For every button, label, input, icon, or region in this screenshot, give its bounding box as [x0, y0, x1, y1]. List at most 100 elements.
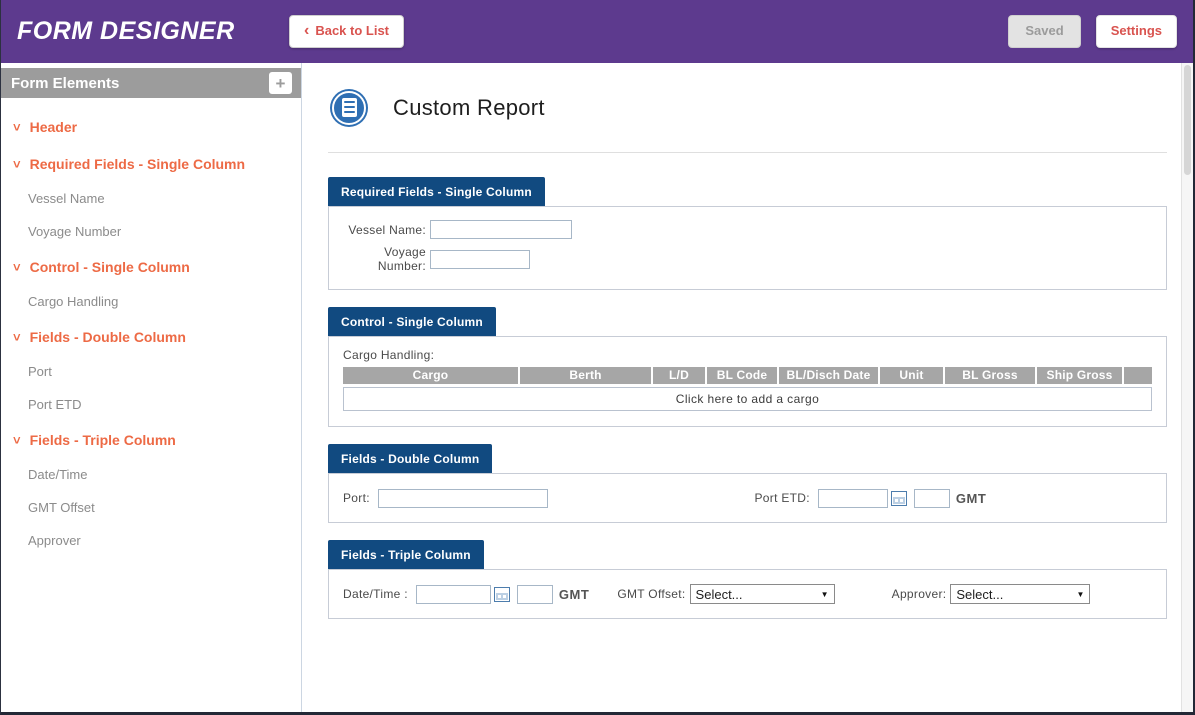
- back-chevron-icon: ‹: [304, 24, 309, 38]
- gmt-offset-select[interactable]: Select... ▼: [690, 584, 835, 604]
- add-element-button[interactable]: +: [269, 72, 292, 94]
- col-header-ship-gross: Ship Gross: [1037, 367, 1122, 384]
- gmt-label: GMT: [956, 491, 986, 506]
- page-title: Custom Report: [393, 95, 545, 121]
- chevron-down-icon: ˅: [13, 261, 21, 274]
- col-header-berth: Berth: [520, 367, 651, 384]
- col-header-bl-disch-date: BL/Disch Date: [779, 367, 878, 384]
- approver-select[interactable]: Select... ▼: [950, 584, 1090, 604]
- port-field: Port:: [329, 489, 755, 508]
- tab-required-fields[interactable]: Required Fields - Single Column: [328, 177, 545, 206]
- col-header-bl-code: BL Code: [707, 367, 777, 384]
- port-label: Port:: [343, 491, 370, 505]
- time-input[interactable]: [517, 585, 553, 604]
- port-etd-time-input[interactable]: [914, 489, 950, 508]
- section-double-column: Fields - Double Column Port: Port ETD: G…: [328, 444, 1167, 523]
- form-elements-list: ˅ Header ˅ Required Fields - Single Colu…: [1, 98, 301, 557]
- saved-button[interactable]: Saved: [1008, 15, 1080, 47]
- form-sections: Required Fields - Single Column Vessel N…: [328, 153, 1167, 619]
- sidebar-group-header[interactable]: ˅ Header: [1, 108, 301, 145]
- report-document-icon: [332, 91, 366, 125]
- date-time-field: Date/Time : GMT: [329, 585, 617, 604]
- vessel-name-label: Vessel Name:: [343, 223, 426, 237]
- settings-button[interactable]: Settings: [1096, 15, 1177, 47]
- approver-select-value: Select...: [956, 587, 1003, 602]
- sidebar-item-cargo-handling[interactable]: Cargo Handling: [1, 285, 301, 318]
- chevron-down-icon: ˅: [13, 121, 21, 134]
- back-to-list-button[interactable]: ‹ Back to List: [289, 15, 404, 47]
- sidebar-group-control[interactable]: ˅ Control - Single Column: [1, 248, 301, 285]
- sidebar-group-double-column[interactable]: ˅ Fields - Double Column: [1, 318, 301, 355]
- panel-required-fields: Vessel Name: Voyage Number:: [328, 206, 1167, 290]
- col-header-cargo: Cargo: [343, 367, 518, 384]
- port-etd-date-input[interactable]: [818, 489, 888, 508]
- voyage-number-label: Voyage Number:: [343, 245, 426, 273]
- chevron-down-icon: ˅: [13, 158, 21, 171]
- port-input[interactable]: [378, 489, 548, 508]
- voyage-number-row: Voyage Number:: [329, 245, 1166, 273]
- sidebar-group-required-fields[interactable]: ˅ Required Fields - Single Column: [1, 145, 301, 182]
- voyage-number-input[interactable]: [430, 250, 530, 269]
- date-input[interactable]: [416, 585, 491, 604]
- sidebar-item-port-etd[interactable]: Port ETD: [1, 388, 301, 421]
- sidebar-group-label: Fields - Double Column: [30, 329, 186, 345]
- section-control: Control - Single Column Cargo Handling: …: [328, 307, 1167, 427]
- sidebar-group-label: Header: [30, 119, 77, 135]
- date-time-label: Date/Time :: [343, 587, 408, 601]
- sidebar-item-approver[interactable]: Approver: [1, 524, 301, 557]
- chevron-down-icon: ˅: [13, 331, 21, 344]
- calendar-icon[interactable]: [891, 491, 907, 506]
- panel-control: Cargo Handling: Cargo Berth L/D BL Code …: [328, 336, 1167, 427]
- port-etd-label: Port ETD:: [755, 491, 810, 505]
- content: Form Elements + ˅ Header ˅ Required Fiel…: [1, 63, 1193, 712]
- report-header: Custom Report: [328, 63, 1167, 153]
- panel-triple-column: Date/Time : GMT GMT Offset: Select... ▼: [328, 569, 1167, 619]
- sidebar-group-label: Control - Single Column: [30, 259, 190, 275]
- gmt-offset-select-value: Select...: [696, 587, 743, 602]
- sidebar-item-date-time[interactable]: Date/Time: [1, 458, 301, 491]
- col-header-ld: L/D: [653, 367, 705, 384]
- add-cargo-row[interactable]: Click here to add a cargo: [343, 387, 1152, 411]
- sidebar-group-triple-column[interactable]: ˅ Fields - Triple Column: [1, 421, 301, 458]
- scrollbar-thumb[interactable]: [1184, 65, 1191, 175]
- sidebar-item-gmt-offset[interactable]: GMT Offset: [1, 491, 301, 524]
- form-designer-window: FORM DESIGNER ‹ Back to List Saved Setti…: [0, 0, 1195, 715]
- topbar-actions: Saved Settings: [1008, 15, 1177, 47]
- sidebar-item-port[interactable]: Port: [1, 355, 301, 388]
- col-header-bl-gross: BL Gross: [945, 367, 1035, 384]
- app-title: FORM DESIGNER: [17, 17, 289, 46]
- vessel-name-input[interactable]: [430, 220, 572, 239]
- sidebar: Form Elements + ˅ Header ˅ Required Fiel…: [1, 63, 302, 712]
- sidebar-item-vessel-name[interactable]: Vessel Name: [1, 182, 301, 215]
- chevron-down-icon: ˅: [13, 434, 21, 447]
- sidebar-title: Form Elements: [11, 75, 119, 92]
- sidebar-group-label: Fields - Triple Column: [30, 432, 176, 448]
- sidebar-header: Form Elements +: [1, 68, 301, 98]
- approver-label: Approver:: [892, 587, 947, 601]
- main-content: Custom Report Required Fields - Single C…: [302, 63, 1181, 712]
- section-required-fields: Required Fields - Single Column Vessel N…: [328, 177, 1167, 290]
- tab-control[interactable]: Control - Single Column: [328, 307, 496, 336]
- vertical-scrollbar[interactable]: [1181, 63, 1193, 712]
- calendar-icon[interactable]: [494, 587, 510, 602]
- back-to-list-label: Back to List: [315, 24, 389, 38]
- vessel-name-row: Vessel Name:: [329, 220, 1166, 239]
- topbar: FORM DESIGNER ‹ Back to List Saved Setti…: [1, 0, 1193, 63]
- section-triple-column: Fields - Triple Column Date/Time : GMT G…: [328, 540, 1167, 619]
- approver-field: Approver: Select... ▼: [892, 584, 1166, 604]
- tab-triple-column[interactable]: Fields - Triple Column: [328, 540, 484, 569]
- dropdown-arrow-icon: ▼: [1076, 590, 1084, 599]
- cargo-table-header: Cargo Berth L/D BL Code BL/Disch Date Un…: [343, 367, 1152, 384]
- sidebar-group-label: Required Fields - Single Column: [30, 156, 245, 172]
- tab-double-column[interactable]: Fields - Double Column: [328, 444, 492, 473]
- panel-double-column: Port: Port ETD: GMT: [328, 473, 1167, 523]
- dropdown-arrow-icon: ▼: [821, 590, 829, 599]
- gmt-offset-label: GMT Offset:: [617, 587, 685, 601]
- gmt-offset-field: GMT Offset: Select... ▼: [617, 584, 891, 604]
- col-header-unit: Unit: [880, 367, 943, 384]
- port-etd-field: Port ETD: GMT: [755, 489, 1167, 508]
- sidebar-item-voyage-number[interactable]: Voyage Number: [1, 215, 301, 248]
- cargo-handling-label: Cargo Handling:: [343, 348, 1152, 362]
- col-header-filler: [1124, 367, 1152, 384]
- gmt-label: GMT: [559, 587, 589, 602]
